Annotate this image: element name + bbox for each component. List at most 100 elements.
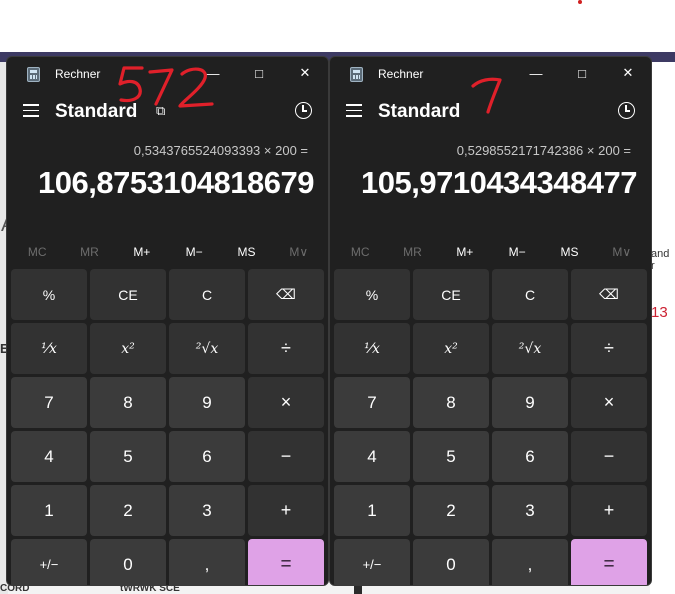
- memory-add-button[interactable]: M+: [116, 241, 168, 263]
- memory-recall-button[interactable]: MR: [386, 241, 438, 263]
- memory-clear-button[interactable]: MC: [11, 241, 63, 263]
- decimal-button[interactable]: ,: [492, 539, 568, 585]
- clear-button[interactable]: C: [169, 269, 245, 320]
- clear-button[interactable]: C: [492, 269, 568, 320]
- square-root-button[interactable]: ²√x: [169, 323, 245, 374]
- digit-5-button[interactable]: 5: [90, 431, 166, 482]
- negate-button[interactable]: +/−: [11, 539, 87, 585]
- result-display: 105,9710434348477: [361, 165, 637, 200]
- backspace-button[interactable]: ⌫: [248, 269, 324, 320]
- digit-1-button[interactable]: 1: [11, 485, 87, 536]
- digit-0-button[interactable]: 0: [90, 539, 166, 585]
- digit-9-button[interactable]: 9: [169, 377, 245, 428]
- negate-button[interactable]: +/−: [334, 539, 410, 585]
- background-right-strip: [650, 62, 675, 594]
- multiply-button[interactable]: ×: [248, 377, 324, 428]
- maximize-icon: □: [255, 65, 263, 81]
- maximize-button[interactable]: □: [236, 57, 282, 89]
- percent-button[interactable]: %: [334, 269, 410, 320]
- digit-9-button[interactable]: 9: [492, 377, 568, 428]
- percent-button[interactable]: %: [11, 269, 87, 320]
- digit-4-button[interactable]: 4: [11, 431, 87, 482]
- background-page-top: [0, 0, 675, 52]
- reciprocal-button[interactable]: ⅟x: [11, 323, 87, 374]
- square-button[interactable]: x²: [90, 323, 166, 374]
- mode-title: Standard: [378, 101, 461, 122]
- background-fragment: and r: [651, 248, 670, 272]
- memory-list-button[interactable]: M∨: [596, 241, 648, 263]
- digit-2-button[interactable]: 2: [413, 485, 489, 536]
- digit-2-button[interactable]: 2: [90, 485, 166, 536]
- add-button[interactable]: +: [248, 485, 324, 536]
- title-bar[interactable]: Rechner — □ ✕: [7, 57, 328, 91]
- subtract-button[interactable]: −: [571, 431, 647, 482]
- minimize-icon: —: [529, 65, 543, 81]
- minimize-button[interactable]: —: [513, 57, 559, 89]
- close-icon: ✕: [299, 65, 311, 80]
- background-red-mark: [578, 0, 582, 4]
- calculator-window-2: Rechner — □ ✕ Standard 0,529855217174238…: [329, 56, 652, 586]
- keep-on-top-icon[interactable]: ⧉: [156, 104, 170, 118]
- clear-entry-button[interactable]: CE: [90, 269, 166, 320]
- result-display: 106,8753104818679: [38, 165, 314, 200]
- digit-0-button[interactable]: 0: [413, 539, 489, 585]
- memory-recall-button[interactable]: MR: [63, 241, 115, 263]
- backspace-button[interactable]: ⌫: [571, 269, 647, 320]
- square-button[interactable]: x²: [413, 323, 489, 374]
- memory-subtract-button[interactable]: M−: [168, 241, 220, 263]
- subtract-button[interactable]: −: [248, 431, 324, 482]
- close-icon: ✕: [622, 65, 634, 80]
- divide-button[interactable]: ÷: [248, 323, 324, 374]
- keypad: % CE C ⌫ ⅟x x² ²√x ÷ 7 8 9 × 4 5 6 − 1 2…: [334, 269, 648, 585]
- minimize-icon: —: [206, 65, 220, 81]
- equals-button[interactable]: =: [248, 539, 324, 585]
- digit-5-button[interactable]: 5: [413, 431, 489, 482]
- digit-7-button[interactable]: 7: [334, 377, 410, 428]
- navigation-menu-button[interactable]: [23, 104, 39, 117]
- app-title: Rechner: [55, 67, 101, 81]
- minimize-button[interactable]: —: [190, 57, 236, 89]
- digit-6-button[interactable]: 6: [492, 431, 568, 482]
- memory-row: MC MR M+ M− MS M∨: [334, 241, 648, 263]
- divide-button[interactable]: ÷: [571, 323, 647, 374]
- maximize-button[interactable]: □: [559, 57, 605, 89]
- calculator-app-icon: [27, 67, 40, 82]
- equals-button[interactable]: =: [571, 539, 647, 585]
- memory-list-button[interactable]: M∨: [273, 241, 325, 263]
- memory-store-button[interactable]: MS: [543, 241, 595, 263]
- title-bar[interactable]: Rechner — □ ✕: [330, 57, 651, 91]
- app-title: Rechner: [378, 67, 424, 81]
- memory-store-button[interactable]: MS: [220, 241, 272, 263]
- memory-add-button[interactable]: M+: [439, 241, 491, 263]
- square-root-button[interactable]: ²√x: [492, 323, 568, 374]
- memory-subtract-button[interactable]: M−: [491, 241, 543, 263]
- maximize-icon: □: [578, 65, 586, 81]
- reciprocal-button[interactable]: ⅟x: [334, 323, 410, 374]
- calculator-app-icon: [350, 67, 363, 82]
- keypad: % CE C ⌫ ⅟x x² ²√x ÷ 7 8 9 × 4 5 6 − 1 2…: [11, 269, 325, 585]
- history-icon[interactable]: [295, 102, 312, 119]
- digit-4-button[interactable]: 4: [334, 431, 410, 482]
- digit-3-button[interactable]: 3: [169, 485, 245, 536]
- mode-title: Standard: [55, 101, 138, 122]
- close-button[interactable]: ✕: [282, 57, 328, 89]
- digit-8-button[interactable]: 8: [90, 377, 166, 428]
- memory-row: MC MR M+ M− MS M∨: [11, 241, 325, 263]
- memory-clear-button[interactable]: MC: [334, 241, 386, 263]
- close-button[interactable]: ✕: [605, 57, 651, 89]
- calculator-window-1: Rechner — □ ✕ Standard ⧉ 0,5343765524093…: [6, 56, 329, 586]
- clear-entry-button[interactable]: CE: [413, 269, 489, 320]
- digit-1-button[interactable]: 1: [334, 485, 410, 536]
- background-fragment: 13: [651, 304, 668, 321]
- digit-3-button[interactable]: 3: [492, 485, 568, 536]
- expression-display: 0,5343765524093393 × 200 =: [133, 143, 308, 158]
- decimal-button[interactable]: ,: [169, 539, 245, 585]
- expression-display: 0,5298552171742386 × 200 =: [456, 143, 631, 158]
- digit-8-button[interactable]: 8: [413, 377, 489, 428]
- digit-7-button[interactable]: 7: [11, 377, 87, 428]
- navigation-menu-button[interactable]: [346, 104, 362, 117]
- history-icon[interactable]: [618, 102, 635, 119]
- add-button[interactable]: +: [571, 485, 647, 536]
- digit-6-button[interactable]: 6: [169, 431, 245, 482]
- multiply-button[interactable]: ×: [571, 377, 647, 428]
